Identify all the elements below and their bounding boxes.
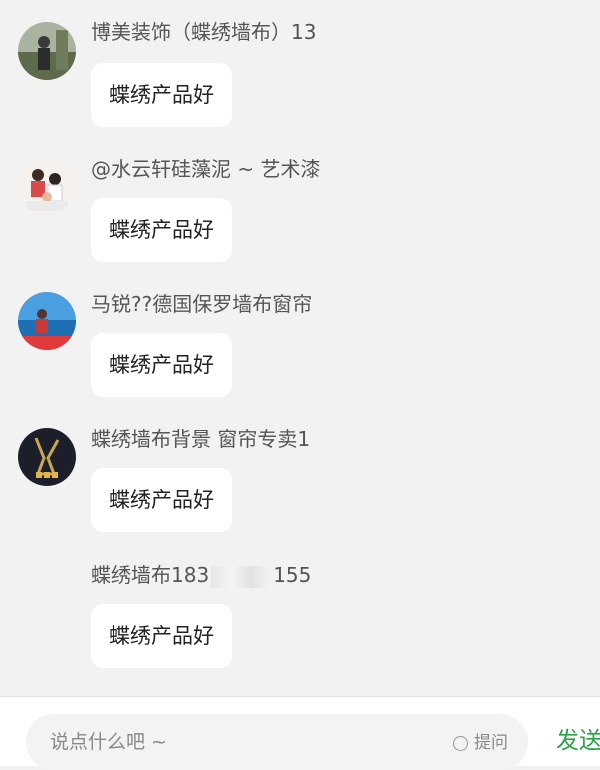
radio-circle-icon — [453, 735, 468, 751]
commenter-name-suffix: 155 — [273, 563, 312, 587]
comment-bubble: 蝶绣产品好 — [91, 333, 232, 397]
avatar[interactable] — [18, 157, 76, 215]
send-button[interactable]: 发送 — [556, 725, 600, 757]
masked-number — [211, 565, 272, 588]
comment-bubble: 蝶绣产品好 — [91, 63, 232, 127]
commenter-name: 马锐??德国保罗墙布窗帘 — [91, 292, 313, 316]
question-toggle[interactable]: 提问 — [453, 729, 508, 757]
avatar[interactable] — [18, 292, 76, 350]
comment-bubble: 蝶绣产品好 — [91, 468, 232, 532]
commenter-name-prefix: 蝶绣墙布183 — [91, 563, 210, 587]
commenter-name: @水云轩硅藻泥 ~ 艺术漆 — [91, 157, 321, 181]
comment-input-placeholder: 说点什么吧 ~ — [50, 731, 167, 753]
comment-input[interactable]: 说点什么吧 ~ 提问 — [26, 714, 528, 770]
question-label: 提问 — [474, 733, 508, 753]
comment-composer: 说点什么吧 ~ 提问 发送 — [0, 696, 600, 770]
avatar[interactable] — [18, 428, 76, 486]
comment-bubble: 蝶绣产品好 — [91, 198, 232, 262]
commenter-name: 蝶绣墙布183 155 — [91, 561, 345, 589]
commenter-name: 博美装饰（蝶绣墙布）13 — [91, 20, 317, 44]
comment-bubble: 蝶绣产品好 — [91, 604, 232, 668]
avatar[interactable] — [18, 22, 76, 80]
commenter-name: 蝶绣墙布背景 窗帘专卖1 — [91, 427, 311, 451]
comment-feed: 博美装饰（蝶绣墙布）13 蝶绣产品好 @水云轩硅藻泥 ~ 艺术漆 蝶绣产品好 马… — [0, 0, 600, 696]
